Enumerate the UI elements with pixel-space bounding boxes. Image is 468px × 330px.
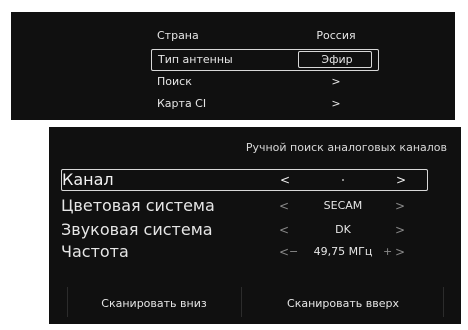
menu-item-country[interactable]: Страна Россия <box>151 26 377 46</box>
button-divider <box>443 287 444 317</box>
row-frequency[interactable]: Частота < − 49,75 МГц + > <box>61 242 426 262</box>
row-label: Цветовая система <box>61 196 215 215</box>
chevron-left-icon[interactable]: < <box>279 220 289 240</box>
row-label: Звуковая система <box>61 220 213 239</box>
chevron-right-icon: > <box>331 75 341 88</box>
row-label: Частота <box>61 242 129 261</box>
plus-icon[interactable]: + <box>383 242 392 262</box>
chevron-right-icon[interactable]: > <box>395 220 405 240</box>
chevron-right-icon[interactable]: > <box>395 242 405 262</box>
chevron-right-icon[interactable]: > <box>395 196 405 216</box>
scan-up-button[interactable]: Сканировать вверх <box>245 294 441 314</box>
button-divider <box>241 287 242 317</box>
row-value: 49,75 МГц <box>313 245 373 258</box>
row-channel[interactable]: Канал < > <box>61 169 428 191</box>
row-sound-system[interactable]: Звуковая система < DK > <box>61 220 426 240</box>
row-label: Канал <box>62 170 114 189</box>
menu-item-label: Поиск <box>157 75 192 88</box>
menu-item-value: Россия <box>316 29 356 42</box>
channel-value-indicator <box>342 179 344 181</box>
row-color-system[interactable]: Цветовая система < SECAM > <box>61 196 426 216</box>
chevron-right-icon: > <box>331 97 341 110</box>
menu-item-antenna-type[interactable]: Тип антенны Эфир <box>151 49 379 71</box>
menu-item-label: Карта CI <box>157 97 207 110</box>
manual-search-panel: Ручной поиск аналоговых каналов Канал < … <box>49 127 461 324</box>
chevron-left-icon[interactable]: < <box>279 196 289 216</box>
chevron-left-icon[interactable]: < <box>280 170 290 190</box>
row-value: SECAM <box>323 199 363 212</box>
settings-panel: Страна Россия Тип антенны Эфир Поиск > К… <box>11 12 455 120</box>
panel-title: Ручной поиск аналоговых каналов <box>245 141 447 154</box>
row-value: DK <box>335 223 351 236</box>
chevron-left-icon[interactable]: < <box>279 242 289 262</box>
button-divider <box>67 287 68 317</box>
menu-item-ci-card[interactable]: Карта CI > <box>151 94 377 114</box>
menu-item-label: Тип антенны <box>158 53 233 66</box>
chevron-right-icon[interactable]: > <box>396 170 406 190</box>
menu-item-label: Страна <box>157 29 199 42</box>
scan-down-button[interactable]: Сканировать вниз <box>69 294 239 314</box>
menu-item-search[interactable]: Поиск > <box>151 72 377 92</box>
menu-item-value: Эфир <box>321 53 353 66</box>
